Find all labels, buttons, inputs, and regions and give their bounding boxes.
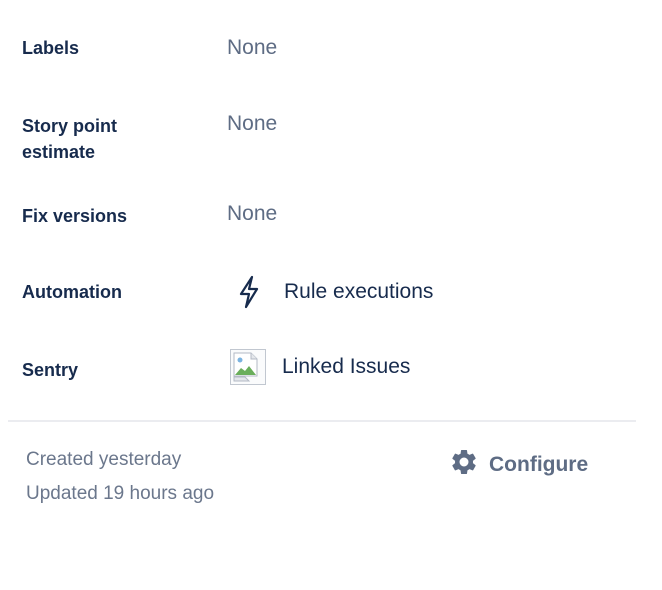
configure-label: Configure — [489, 452, 589, 476]
automation-field-label: Automation — [22, 282, 122, 302]
fix-versions-field-label: Fix versions — [22, 206, 128, 226]
story-point-estimate-value[interactable]: None — [227, 111, 277, 137]
fix-versions-field-value[interactable]: None — [227, 201, 277, 227]
rule-executions-link[interactable]: Rule executions — [230, 273, 433, 311]
story-point-label-line1: Story point — [22, 116, 117, 136]
footer-divider — [8, 420, 636, 422]
created-timestamp: Created yesterday — [26, 449, 182, 470]
linked-issues-label: Linked Issues — [282, 355, 411, 378]
updated-timestamp: Updated 19 hours ago — [26, 483, 215, 504]
linked-issues-link[interactable]: Linked Issues — [230, 349, 410, 385]
issue-details-panel: Labels None Story point estimate None Fi… — [0, 0, 662, 590]
story-point-label-line2: estimate — [22, 142, 96, 162]
gear-icon — [449, 447, 479, 482]
sentry-field-label: Sentry — [22, 360, 79, 380]
labels-field-label: Labels — [22, 38, 80, 58]
configure-button[interactable]: Configure — [449, 447, 588, 482]
rule-executions-label: Rule executions — [284, 280, 434, 303]
story-point-estimate-label: Story point estimate — [22, 113, 117, 165]
lightning-bolt-icon — [230, 273, 268, 311]
broken-image-icon — [230, 349, 266, 385]
labels-field-value[interactable]: None — [227, 35, 277, 61]
